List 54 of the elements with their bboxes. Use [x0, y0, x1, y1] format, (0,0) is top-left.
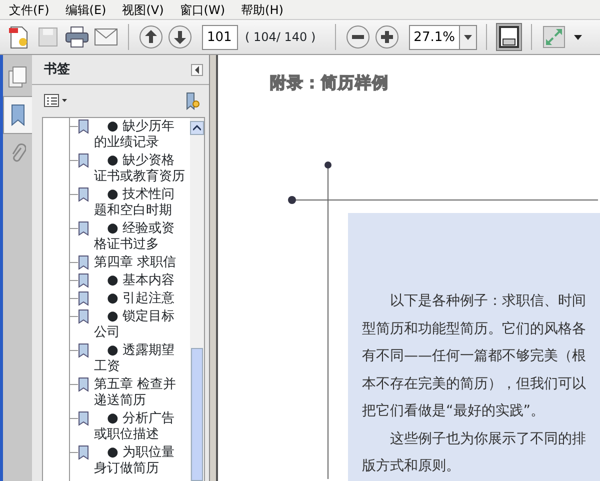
- bookmark-icon: [78, 187, 89, 202]
- options-menu-icon[interactable]: [44, 94, 68, 108]
- bookmark-icon: [78, 377, 89, 392]
- bookmark-item[interactable]: ● 分析广告或职位描述: [94, 411, 186, 443]
- dropdown-button[interactable]: [458, 24, 477, 50]
- bookmark-item[interactable]: 第五章 检查并递送简历: [94, 377, 186, 409]
- bookmark-item[interactable]: ● 缺少历年的业绩记录: [94, 119, 186, 151]
- bookmark-item[interactable]: ● 锁定目标公司: [94, 309, 186, 341]
- body-paragraph: 以下是各种例子：求职信、时间型简历和功能型简历。它们的风格各有不同——任何一篇都不够完美（根本不存在完美的简历），但我们可以把它们看做是“最好的实践”。: [362, 292, 587, 421]
- bookmark-item[interactable]: ● 缺少资格证书或教育资历: [94, 153, 186, 185]
- body-paragraph: 这些例子也为你展示了不同的排版方式和原则。: [362, 430, 587, 476]
- bookmark-icon: [78, 411, 89, 426]
- zoom-out-icon[interactable]: [344, 23, 371, 51]
- page-heading: 附录：简历样例: [270, 72, 389, 94]
- menu-item[interactable]: 帮助(H): [235, 0, 290, 20]
- scroll-up-button[interactable]: [190, 121, 204, 135]
- bookmark-item[interactable]: 第四章 求职信: [94, 255, 186, 271]
- bookmark-icon: [78, 221, 89, 236]
- menu-item[interactable]: 视图(V): [116, 0, 170, 20]
- side-tab[interactable]: [3, 96, 32, 134]
- bookmark-icon: [78, 291, 89, 306]
- triangle-icon: [194, 66, 200, 74]
- bookmark-item[interactable]: ● 经验或资格证书过多: [94, 221, 186, 253]
- bookmark-item[interactable]: ● 透露期望工资: [94, 343, 186, 375]
- zoom-field[interactable]: 27.1%: [408, 24, 459, 50]
- bookmark-icon: [78, 343, 89, 358]
- bookmark-item[interactable]: ● 技术性问题和空白时期: [94, 187, 186, 219]
- paperclip-icon: [10, 142, 26, 164]
- bookmark-item[interactable]: ● 引起注意: [94, 291, 186, 307]
- zoom-in-icon[interactable]: [374, 23, 400, 51]
- collapse-button[interactable]: [191, 64, 203, 76]
- page-count: ( 104/ 140 ): [245, 29, 316, 46]
- panel-title: 书签: [44, 60, 70, 79]
- bookmark-icon: [78, 309, 89, 324]
- bookmark-icon: [78, 119, 89, 134]
- chevron-icon: [193, 125, 201, 131]
- page-number-field[interactable]: 101: [202, 24, 238, 50]
- bookmark-icon: [78, 255, 89, 270]
- bookmark-icon: [78, 273, 89, 288]
- fit-page-icon[interactable]: [496, 23, 522, 51]
- menu-item[interactable]: 编辑(E): [59, 0, 112, 20]
- previous-page-icon[interactable]: [138, 23, 164, 51]
- caret-icon: [464, 34, 472, 40]
- menu-item[interactable]: 文件(F): [3, 0, 56, 20]
- bookmark-item[interactable]: ● 基本内容: [94, 273, 186, 289]
- bookmark-icon: [78, 153, 89, 168]
- bookmark-icon: [78, 445, 89, 460]
- bookmark-icon: [10, 104, 26, 126]
- next-page-icon[interactable]: [167, 23, 193, 51]
- bookmark-find-icon[interactable]: [185, 92, 201, 110]
- menu-item[interactable]: 窗口(W): [174, 0, 232, 20]
- bookmark-item[interactable]: ● 为职位量身订做简历: [94, 445, 186, 477]
- pages-icon: [8, 66, 28, 88]
- scrollbar-thumb[interactable]: [191, 348, 203, 481]
